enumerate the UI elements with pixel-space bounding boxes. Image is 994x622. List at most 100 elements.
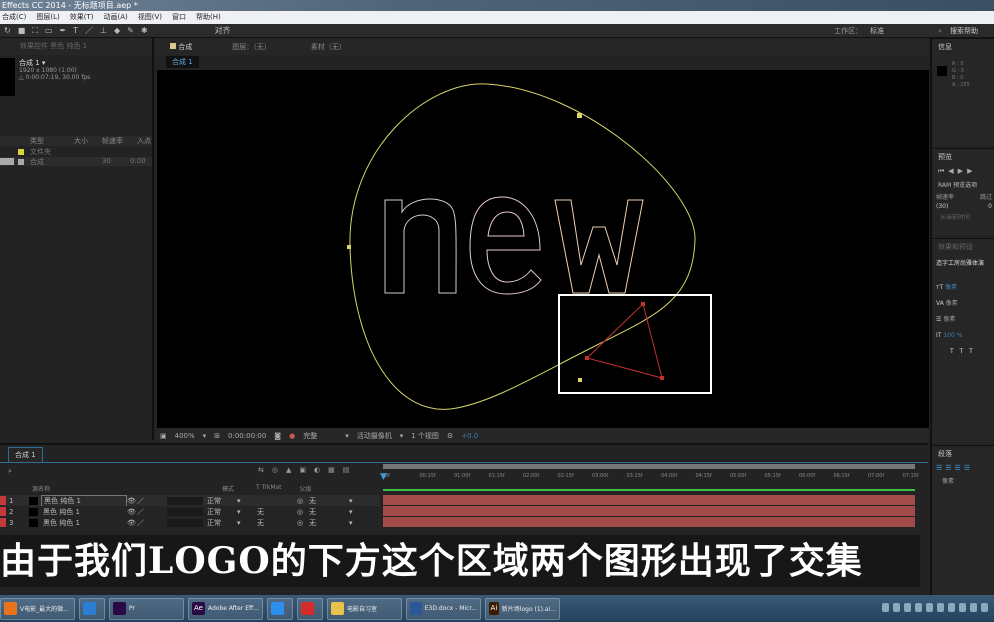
layer-row[interactable]: 3 黑色 纯色 1 👁 ／ 正常 ▾ 无 ◎ 无 ▾ xyxy=(0,517,380,528)
brush-tool-icon[interactable]: ／ xyxy=(85,25,93,36)
layer-name[interactable]: 黑色 纯色 1 xyxy=(41,494,127,507)
exposure-value[interactable]: +0.0 xyxy=(461,432,478,440)
eye-icon[interactable]: 👁 xyxy=(127,497,137,505)
tracking-field[interactable]: 像素 xyxy=(946,300,958,307)
column-size[interactable]: 大小 xyxy=(74,136,88,146)
safe-zone-icon[interactable]: ⊞ xyxy=(214,432,220,440)
layer-duration-bar[interactable] xyxy=(383,506,915,516)
tray-icon[interactable] xyxy=(904,603,911,612)
chevron-down-icon[interactable]: ▾ xyxy=(345,432,349,440)
layer-viewer-tab[interactable]: 图层：（无） xyxy=(232,42,271,52)
shy-switch-icon[interactable]: ／ xyxy=(137,507,167,517)
tray-icon[interactable] xyxy=(915,603,922,612)
align-buttons[interactable]: ☰☰☰☰ xyxy=(932,462,994,474)
taskbar-app[interactable]: 电影自习室 xyxy=(327,597,402,620)
timeline-tab[interactable]: 合成 1 xyxy=(8,447,43,462)
skip-select[interactable]: 0 xyxy=(988,203,992,210)
footage-viewer-tab[interactable]: 素材（无） xyxy=(311,42,346,52)
tray-icon[interactable] xyxy=(970,603,977,612)
taskbar-app[interactable] xyxy=(267,597,293,620)
playhead[interactable]: ▼ xyxy=(380,472,387,482)
eye-icon[interactable]: 👁 xyxy=(127,508,137,516)
chevron-down-icon[interactable]: ▾ xyxy=(400,432,404,440)
puppet-tool-icon[interactable]: ✱ xyxy=(141,26,148,35)
layer-switches[interactable] xyxy=(167,496,203,505)
tray-icon[interactable] xyxy=(882,603,889,612)
layer-row[interactable]: 2 黑色 纯色 1 👁 ／ 正常 ▾ 无 ◎ 无 ▾ xyxy=(0,506,380,517)
font-size-field[interactable]: 像素 xyxy=(945,284,957,291)
mode-select[interactable]: 正常 xyxy=(207,507,237,517)
snapshot-icon[interactable]: ◙ xyxy=(274,432,281,440)
tray-icon[interactable] xyxy=(981,603,988,612)
pickwhip-icon[interactable]: ◎ xyxy=(297,497,309,505)
stamp-tool-icon[interactable]: ⊥ xyxy=(100,26,107,35)
system-tray[interactable] xyxy=(882,603,988,612)
taskbar-app[interactable]: E3D.docx - Micr... xyxy=(406,597,481,620)
layer-duration-bar[interactable] xyxy=(383,495,915,505)
layer-switches[interactable] xyxy=(167,507,203,516)
layer-row[interactable]: 1 黑色 纯色 1 👁 ／ 正常 ▾ ◎ 无 ▾ xyxy=(0,494,380,507)
work-area-bar[interactable] xyxy=(383,464,915,469)
menu-item[interactable]: 动画(A) xyxy=(103,11,127,24)
search-help[interactable]: 搜索帮助 xyxy=(950,26,978,36)
source-name-column[interactable]: 源名称 xyxy=(32,484,50,493)
indent-field[interactable]: 像素 xyxy=(932,474,994,487)
label-color[interactable] xyxy=(0,496,6,505)
color-icon[interactable]: ● xyxy=(289,432,295,440)
snap-label[interactable]: 对齐 xyxy=(215,25,231,36)
region-icon[interactable]: ▣ xyxy=(160,432,167,440)
trkmat-select[interactable]: 无 xyxy=(257,507,297,517)
project-item[interactable]: 文件夹 xyxy=(30,147,51,157)
resolution-select[interactable]: 完整 xyxy=(303,431,317,441)
effects-tab[interactable]: 效果控件 黑色 纯色 1 xyxy=(0,38,152,55)
column-in[interactable]: 入点 xyxy=(137,136,151,146)
vertical-scale-field[interactable]: 100 % xyxy=(943,332,962,339)
trkmat-select[interactable]: 无 xyxy=(257,518,297,528)
text-style-buttons[interactable]: TTT xyxy=(936,344,992,360)
info-tab[interactable]: 信息 xyxy=(932,39,994,55)
pen-tool-icon[interactable]: ✒ xyxy=(59,26,66,35)
tray-icon[interactable] xyxy=(948,603,955,612)
rotate-tool-icon[interactable]: ↻ xyxy=(4,26,11,35)
stroke-width-field[interactable]: 像素 xyxy=(943,316,955,323)
playback-controls[interactable]: ⏮◀▶▶ xyxy=(932,165,994,178)
layer-switches[interactable] xyxy=(167,518,203,527)
camera-select[interactable]: 活动摄像机 xyxy=(357,431,392,441)
taskbar-app[interactable]: V电影_最大的微... xyxy=(0,597,75,620)
project-item[interactable]: 合成 xyxy=(30,157,44,167)
parent-column[interactable]: 父级 xyxy=(300,484,312,493)
taskbar-app[interactable] xyxy=(79,597,105,620)
menu-item[interactable]: 图层(L) xyxy=(36,11,59,24)
roto-tool-icon[interactable]: ✎ xyxy=(127,26,134,35)
menu-item[interactable]: 窗口 xyxy=(172,11,186,24)
layer-duration-bar[interactable] xyxy=(383,517,915,527)
parent-select[interactable]: 无 xyxy=(309,507,349,517)
zoom-select[interactable]: 400% xyxy=(175,432,195,440)
taskbar-app[interactable] xyxy=(297,597,323,620)
comp-breadcrumb[interactable]: 合成 1 xyxy=(166,56,199,68)
time-ruler[interactable]: 0f 00:15f 01:00f 01:15f 02:00f 02:15f 03:00f 03… xyxy=(383,471,919,483)
pickwhip-icon[interactable]: ◎ xyxy=(297,519,309,527)
tray-icon[interactable] xyxy=(926,603,933,612)
mode-select[interactable]: 正常 xyxy=(207,496,237,506)
column-type[interactable]: 类型 xyxy=(30,136,44,146)
taskbar-app[interactable]: Ai 新片场logo (1).ai... xyxy=(485,597,560,620)
text-tool-icon[interactable]: T xyxy=(73,26,78,35)
taskbar-app[interactable]: Ae Adobe After Eff... xyxy=(188,597,263,620)
from-current-checkbox[interactable]: 从当前时间 xyxy=(932,211,994,222)
layer-name[interactable]: 黑色 纯色 1 xyxy=(41,507,127,517)
menu-item[interactable]: 帮助(H) xyxy=(196,11,221,24)
timeline-switches[interactable]: ⇆◎▲▣◐▦▤ xyxy=(258,466,357,474)
workspace-select[interactable]: 标准 xyxy=(870,26,930,36)
menu-item[interactable]: 视图(V) xyxy=(138,11,162,24)
parent-select[interactable]: 无 xyxy=(309,496,349,506)
preview-tab[interactable]: 预览 xyxy=(932,149,994,165)
tray-icon[interactable] xyxy=(893,603,900,612)
rectangle-tool-icon[interactable]: ▭ xyxy=(45,26,53,35)
taskbar-app[interactable]: Pr xyxy=(109,597,184,620)
layer-name[interactable]: 黑色 纯色 1 xyxy=(41,518,127,528)
search-icon[interactable]: ⌕ xyxy=(938,27,942,36)
views-select[interactable]: 1 个视图 xyxy=(411,431,439,441)
paragraph-tab[interactable]: 段落 xyxy=(932,446,994,462)
fps-select[interactable]: (30) xyxy=(936,203,948,210)
